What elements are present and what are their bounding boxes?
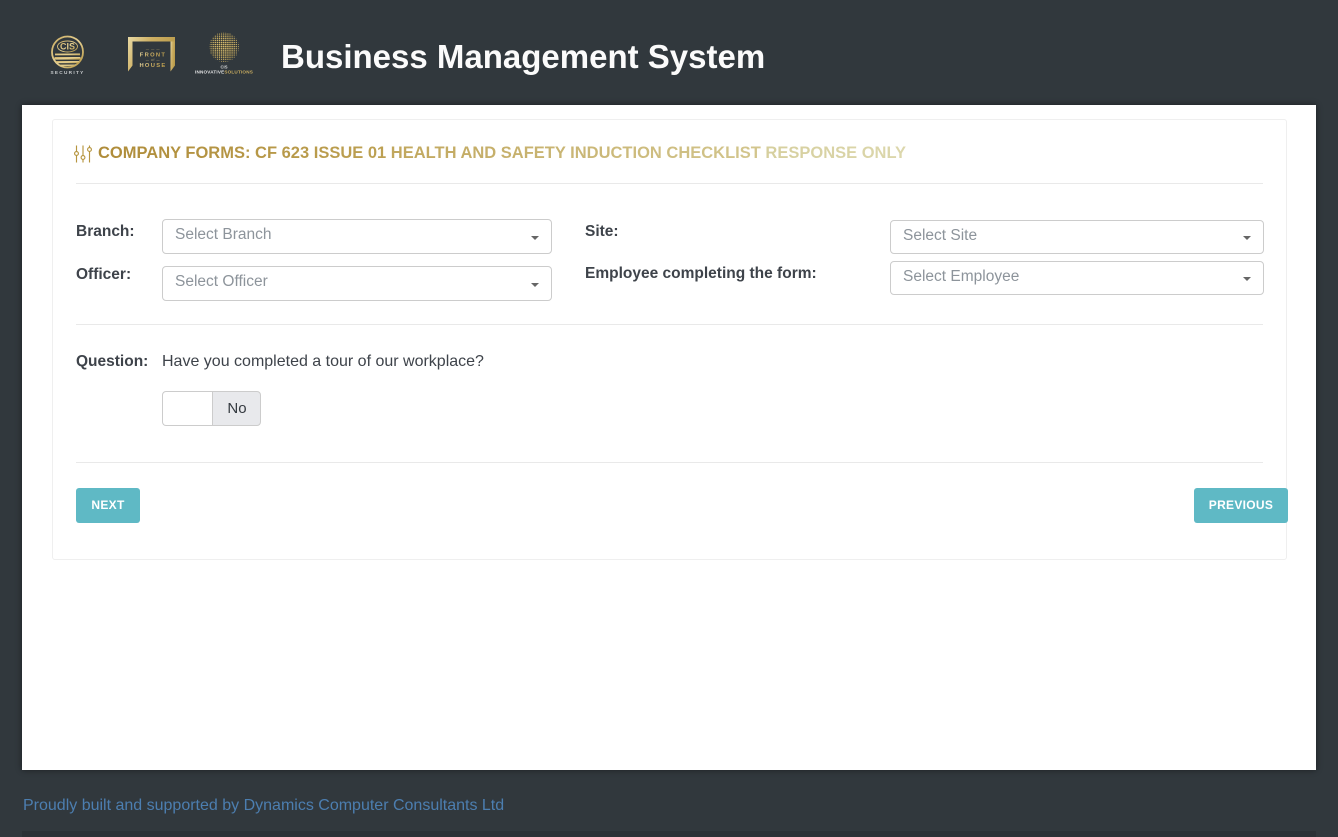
svg-text:— of —: — of — bbox=[146, 58, 161, 62]
svg-text:— — —: — — — bbox=[146, 48, 161, 52]
svg-text:INNOVATIVESOLUTIONS: INNOVATIVESOLUTIONS bbox=[195, 70, 253, 75]
svg-text:SECURITY: SECURITY bbox=[50, 70, 84, 75]
svg-text:HOUSE: HOUSE bbox=[139, 63, 166, 69]
svg-text:CIS: CIS bbox=[60, 42, 75, 52]
